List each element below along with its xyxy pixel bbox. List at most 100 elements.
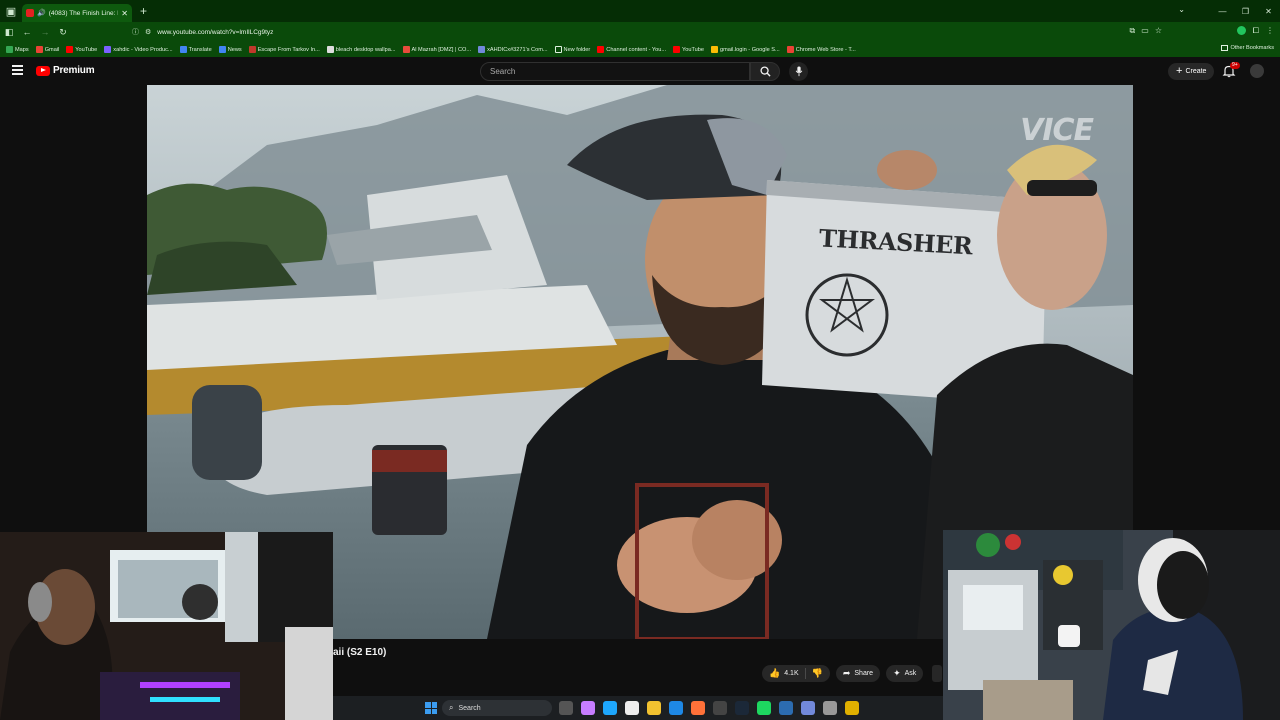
bookmark-item[interactable]: xAHDICx#3271's Com... [478,46,548,53]
search-icon [759,66,771,77]
maps-icon [6,46,13,53]
back-button[interactable]: ← [18,27,36,37]
close-tab-icon[interactable]: ✕ [121,9,128,18]
bookmark-item[interactable]: New folder [554,46,590,53]
share-label: Share [854,670,874,677]
youtube-favicon-icon [26,9,34,17]
app-icon[interactable] [845,701,859,715]
gmail-icon [35,46,43,53]
youtube-header: Premium Search + Create 9+ [0,57,1280,85]
video-icon [104,46,112,53]
browser-tab-strip: ▣ 🔊 (4083) The Finish Line: King ✕ + ⌄ —… [0,0,1280,22]
bookmark-item[interactable]: Escape From Tarkov In... [248,46,320,53]
right-margin [1133,85,1280,530]
copilot-icon[interactable] [581,701,595,715]
menu-kebab-icon[interactable]: ⋮ [1266,26,1274,36]
split-view-icon[interactable]: ◧ [0,27,18,38]
install-app-icon[interactable]: ⧉ [1130,26,1136,36]
bookmark-item[interactable]: Maps [6,46,29,53]
windows-start-icon[interactable] [425,702,437,714]
app-icon[interactable] [713,701,727,715]
address-bar[interactable]: ⓘ ⚙ www.youtube.com/watch?v=lmIlLCg9tyz [132,25,1164,39]
tab-actions-icon[interactable]: ▣ [0,0,22,22]
more-actions-button[interactable] [932,665,942,682]
video-title: aii (S2 E10) [333,647,387,658]
like-dislike-pill: 👍 4.1K 👎 [762,665,830,682]
share-button[interactable]: ➦ Share [835,665,881,682]
windows-taskbar: ⌕ Search [333,696,943,720]
url-text: www.youtube.com/watch?v=lmIlLCg9tyz [157,28,274,36]
youtube-logo[interactable]: Premium [36,65,95,76]
restore-button[interactable]: ❐ [1234,7,1257,16]
bookmark-item[interactable]: Al Mazrah [DMZ] | CO... [402,46,471,53]
bookmark-item[interactable]: YouTube [66,46,97,53]
bookmark-item[interactable]: Channel content - You... [597,46,666,53]
bookmark-item[interactable]: gmail.login - Google S... [710,46,780,53]
steam-icon[interactable] [735,701,749,715]
bookmark-item[interactable]: YouTube [673,46,704,53]
tune-icon[interactable]: ⚙ [145,28,151,36]
microphone-icon [795,66,802,77]
like-count[interactable]: 4.1K [784,670,798,677]
search-button[interactable] [750,62,780,81]
settings-icon[interactable] [823,701,837,715]
omnibox-actions: ⧉ ▭ ☆ [1130,26,1162,36]
bookmark-item[interactable]: News [218,46,242,53]
voice-search-button[interactable] [789,62,808,81]
store-icon[interactable] [625,701,639,715]
video-actions: 👍 4.1K 👎 ➦ Share ✦ Ask [762,665,924,682]
discord-icon[interactable] [801,701,815,715]
ask-button[interactable]: ✦ Ask [886,665,924,682]
app-icon[interactable] [779,701,793,715]
bookmark-item[interactable]: xahdic - Video Produc... [104,46,173,53]
reload-button[interactable]: ↻ [54,27,72,38]
youtube-studio-icon [597,46,605,53]
other-bookmarks[interactable]: Other Bookmarks [1221,45,1274,51]
tab-search-chevron-icon[interactable]: ⌄ [1178,5,1185,14]
extensions-area: ⧠ ⋮ [1236,26,1274,36]
folder-icon [1221,45,1229,51]
tab-title: (4083) The Finish Line: King [48,9,119,17]
create-button[interactable]: + Create [1168,63,1215,80]
search-input[interactable]: Search [480,62,750,81]
left-margin [0,85,147,532]
bookmark-item[interactable]: Translate [179,46,212,53]
new-tab-button[interactable]: + [140,4,147,18]
search-placeholder: Search [490,67,516,76]
bookmark-item[interactable]: Chrome Web Store - T... [786,46,856,53]
window-controls: — ❐ ✕ [1211,0,1280,22]
firefox-icon[interactable] [691,701,705,715]
ask-label: Ask [904,670,917,677]
edge-icon[interactable] [603,701,617,715]
close-window-button[interactable]: ✕ [1257,7,1280,16]
create-label: Create [1185,68,1207,75]
menu-hamburger-icon[interactable] [12,65,23,75]
site-info-icon[interactable]: ⓘ [132,27,139,37]
bookmark-item[interactable]: Gmail [35,46,59,53]
file-explorer-icon[interactable] [647,701,661,715]
youtube-play-icon [36,65,50,76]
bookmark-star-icon[interactable]: ☆ [1155,26,1162,36]
bookmark-item[interactable]: bleach desktop wallpa... [326,46,396,53]
bookmarks-bar: Maps Gmail YouTube xahdic - Video Produc… [0,42,1280,57]
forward-button[interactable]: → [36,27,54,37]
extension-icon[interactable] [1236,26,1246,35]
minimize-button[interactable]: — [1211,7,1234,16]
thumbs-up-icon[interactable]: 👍 [769,668,780,679]
webcam-overlay-left [0,532,333,720]
webcam-right-frame [943,530,1280,720]
taskbar-search[interactable]: ⌕ Search [442,700,552,716]
webcam-overlay-right [943,530,1280,720]
wallpaper-icon [326,46,334,53]
task-view-icon[interactable] [559,701,573,715]
avatar[interactable] [1250,64,1264,78]
thumbs-down-icon[interactable]: 👎 [812,668,823,679]
dmz-icon [402,46,410,53]
audio-playing-icon[interactable]: 🔊 [37,9,46,17]
tarkov-icon [248,46,256,53]
picture-in-picture-icon[interactable]: ▭ [1141,26,1149,36]
mail-icon[interactable] [669,701,683,715]
spotify-icon[interactable] [757,701,771,715]
active-tab[interactable]: 🔊 (4083) The Finish Line: King ✕ [22,4,132,22]
extensions-puzzle-icon[interactable]: ⧠ [1253,26,1259,36]
